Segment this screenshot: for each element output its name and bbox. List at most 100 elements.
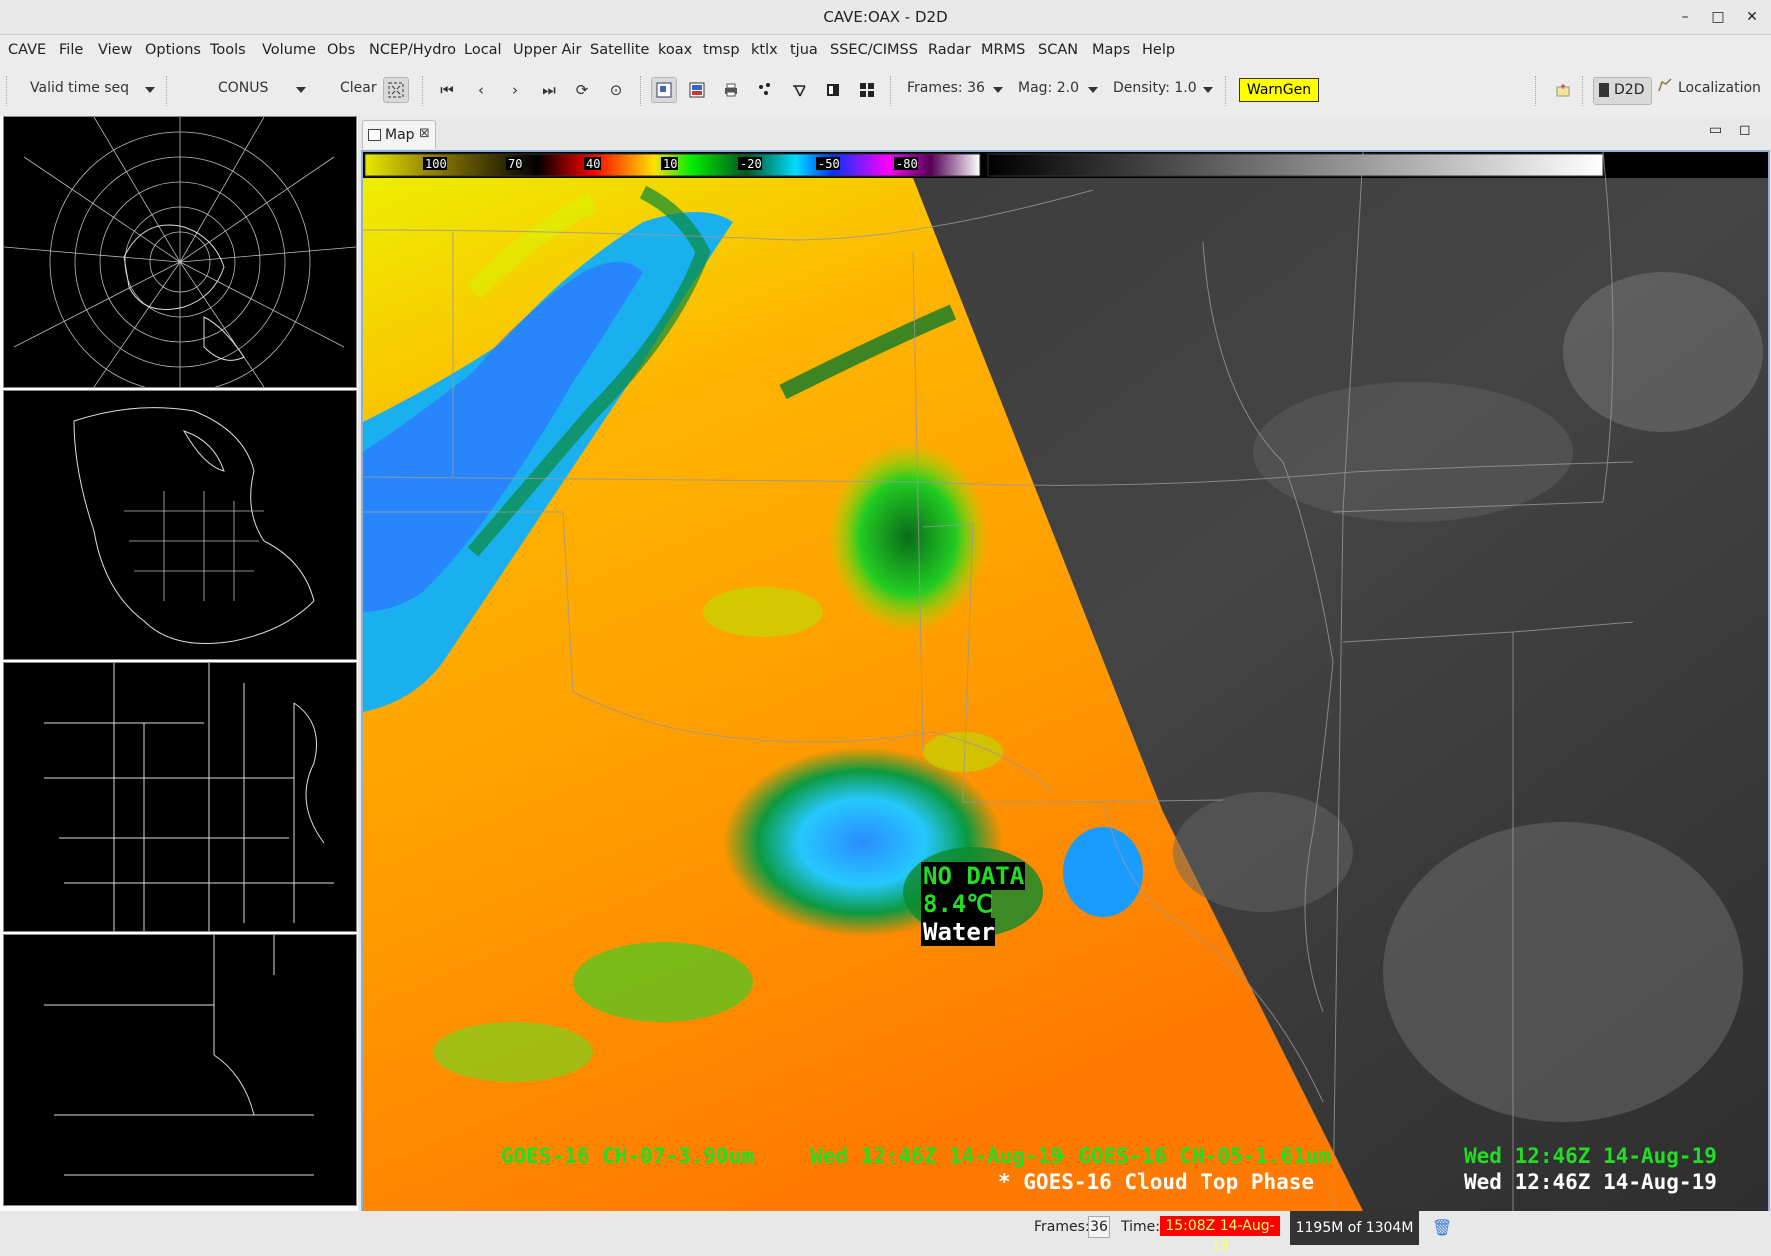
legend-product-2: + GOES-16 CH-05-1.61um (1053, 1144, 1331, 1168)
status-memory: 1195M of 1304M (1290, 1211, 1419, 1245)
toolbar-separator (6, 76, 7, 106)
status-time-value: 15:08Z 14-Aug-19 (1160, 1216, 1280, 1254)
thumbnail-regional[interactable] (3, 934, 357, 1206)
colorbar-label-minus50: -50 (818, 157, 840, 171)
menu-file[interactable]: File (59, 42, 83, 58)
menu-radar[interactable]: Radar (928, 42, 971, 58)
menu-tjua[interactable]: tjua (790, 42, 818, 58)
localization-icon (1658, 78, 1672, 92)
chevron-down-icon[interactable] (1088, 87, 1098, 93)
close-button[interactable]: ✕ (1741, 6, 1763, 28)
menu-ssec-cimss[interactable]: SSEC/CIMSS (830, 42, 918, 58)
single-pane-icon[interactable] (822, 79, 844, 101)
four-panel-icon[interactable] (856, 79, 878, 101)
toolbar-separator (1535, 76, 1536, 106)
legend-product-1: GOES-16 CH-07-3.90um (501, 1144, 754, 1168)
minimize-pane-button[interactable]: ▭ (1709, 122, 1722, 138)
status-time-label: Time: (1121, 1219, 1160, 1235)
menu-cave[interactable]: CAVE (8, 42, 46, 58)
menu-satellite[interactable]: Satellite (590, 42, 649, 58)
menu-upper-air[interactable]: Upper Air (513, 42, 581, 58)
maximize-button[interactable]: □ (1707, 6, 1729, 28)
tab-map[interactable]: Map ⊠ (362, 120, 436, 149)
baselines-icon[interactable] (788, 79, 810, 101)
clear-button[interactable]: Clear (340, 80, 377, 96)
thumbnail-panel (0, 116, 358, 1211)
satellite-image: 100 70 40 10 -20 -50 -80 NO DATA 8.4℃ Wa… (363, 152, 1768, 1211)
menu-koax[interactable]: koax (658, 42, 692, 58)
tab-map-label: Map (385, 127, 415, 143)
colorbar-label-minus80: -80 (896, 157, 918, 171)
map-display[interactable]: 100 70 40 10 -20 -50 -80 NO DATA 8.4℃ Wa… (361, 150, 1770, 1213)
sample-line-2: 8.4℃ (923, 890, 993, 918)
legend-time-3: Wed 12:46Z 14-Aug-19 (1464, 1170, 1717, 1194)
window-title: CAVE:OAX - D2D (823, 8, 948, 26)
menu-help[interactable]: Help (1142, 42, 1175, 58)
toolbar: Valid time seq CONUS Clear ⏮ ‹ › ⏭ ⟳ ⊙ F… (0, 66, 1771, 117)
legend-time-2: Wed 12:46Z 14-Aug-19 (1464, 1144, 1717, 1168)
last-frame-icon[interactable]: ⏭ (538, 79, 560, 101)
lock-panes-icon[interactable] (651, 77, 677, 103)
imagery-layer (363, 178, 1768, 1211)
magnification-select[interactable]: Mag: 2.0 (1018, 80, 1079, 96)
menu-mrms[interactable]: MRMS (981, 42, 1025, 58)
frames-select[interactable]: Frames: 36 (907, 80, 985, 96)
menu-ktlx[interactable]: ktlx (751, 42, 778, 58)
d2d-perspective-button[interactable]: D2D (1593, 77, 1652, 105)
loop-properties-icon[interactable]: ⊙ (605, 79, 627, 101)
status-bar: Frames: 36 Time: 15:08Z 14-Aug-19 1195M … (0, 1211, 1771, 1254)
maximize-pane-button[interactable]: ◻ (1739, 122, 1751, 138)
image-properties-icon[interactable] (686, 79, 708, 101)
status-frames-value: 36 (1088, 1216, 1110, 1238)
open-perspective-icon[interactable] (1552, 79, 1574, 101)
next-frame-icon[interactable]: › (504, 79, 526, 101)
toolbar-separator (1225, 76, 1226, 106)
loop-icon[interactable]: ⟳ (571, 79, 593, 101)
colorbar-label-minus20: -20 (740, 157, 762, 171)
sample-line-1: NO DATA (923, 862, 1025, 890)
menu-tools[interactable]: Tools (210, 42, 246, 58)
menu-obs[interactable]: Obs (327, 42, 355, 58)
localization-perspective-button[interactable]: Localization (1678, 80, 1761, 96)
first-frame-icon[interactable]: ⏮ (436, 79, 458, 101)
scale-select[interactable]: CONUS (218, 80, 268, 96)
menu-volume[interactable]: Volume (262, 42, 316, 58)
colorbar-label-10: 10 (663, 157, 677, 171)
thumbnail-northern-hemisphere[interactable] (3, 116, 357, 393)
menu-view[interactable]: View (98, 42, 132, 58)
trash-icon[interactable]: 🗑 (1432, 1218, 1452, 1237)
status-frames-label: Frames: (1034, 1219, 1090, 1235)
toolbar-separator (890, 76, 891, 106)
toolbar-separator (640, 76, 641, 106)
minimize-button[interactable]: – (1674, 6, 1696, 28)
menu-tmsp[interactable]: tmsp (703, 42, 740, 58)
chevron-down-icon[interactable] (145, 87, 155, 93)
map-icon (368, 129, 381, 141)
sample-line-3: Water (923, 918, 995, 946)
colorbar-label-100: 100 (425, 157, 447, 171)
loop-mode-select[interactable]: Valid time seq (30, 80, 129, 96)
title-bar: CAVE:OAX - D2D – □ ✕ (0, 0, 1771, 35)
menu-scan[interactable]: SCAN (1038, 42, 1078, 58)
colorbar-label-70: 70 (508, 157, 522, 171)
toolbar-separator (422, 76, 423, 106)
colorbar-label-40: 40 (586, 157, 600, 171)
legend-time-1: Wed 12:46Z 14-Aug-19 (810, 1144, 1063, 1168)
previous-frame-icon[interactable]: ‹ (470, 79, 492, 101)
menu-maps[interactable]: Maps (1092, 42, 1130, 58)
menu-local[interactable]: Local (464, 42, 502, 58)
print-icon[interactable] (720, 79, 742, 101)
thumbnail-north-america[interactable] (3, 390, 357, 660)
thumbnail-central-us[interactable] (3, 662, 357, 933)
chevron-down-icon[interactable] (296, 87, 306, 93)
zoom-extent-icon[interactable] (383, 77, 409, 103)
points-icon[interactable] (754, 79, 776, 101)
close-tab-icon[interactable]: ⊠ (419, 126, 430, 141)
density-select[interactable]: Density: 1.0 (1113, 80, 1197, 96)
chevron-down-icon[interactable] (1203, 87, 1213, 93)
warngen-button[interactable]: WarnGen (1239, 78, 1319, 102)
menu-options[interactable]: Options (145, 42, 201, 58)
chevron-down-icon[interactable] (993, 87, 1003, 93)
menu-ncep-hydro[interactable]: NCEP/Hydro (369, 42, 456, 58)
d2d-icon (1599, 83, 1609, 97)
